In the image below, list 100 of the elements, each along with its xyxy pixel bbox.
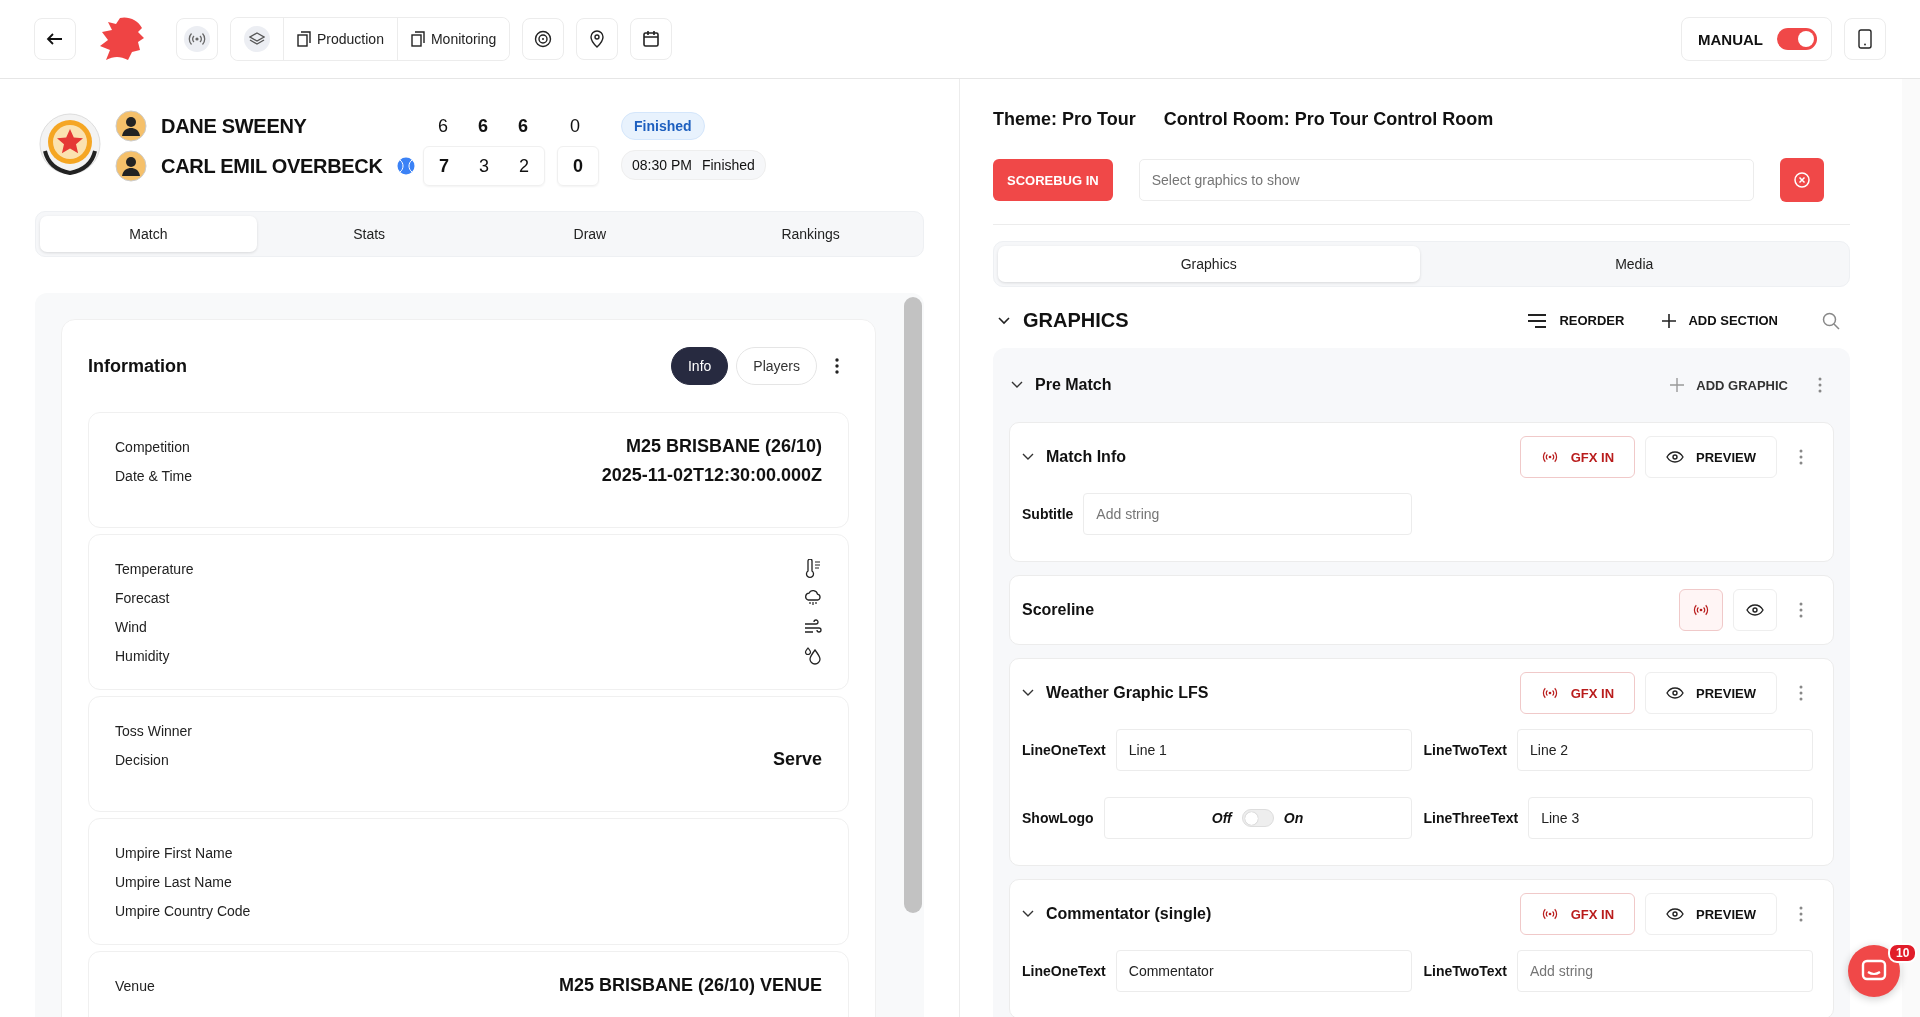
preview-button[interactable]: PREVIEW [1645, 436, 1777, 478]
preview-button[interactable] [1733, 589, 1777, 631]
broadcast-button[interactable] [176, 18, 218, 60]
info-label: Venue [115, 977, 155, 994]
calendar-button[interactable] [630, 18, 673, 60]
set-score: 3 [478, 155, 490, 177]
broadcast-icon [1540, 687, 1559, 699]
manual-toggle[interactable] [1777, 28, 1817, 50]
theme-label: Theme: Pro Tour [993, 109, 1136, 130]
info-label: Wind [115, 618, 147, 635]
preview-button[interactable]: PREVIEW [1645, 672, 1777, 714]
field-label: LineOneText [1022, 963, 1106, 979]
text-field[interactable]: Add string [1517, 950, 1813, 992]
tablet-button[interactable] [1844, 18, 1886, 60]
gfx-in-button[interactable]: GFX IN [1519, 672, 1636, 714]
scorebug-button[interactable]: SCOREBUG IN [993, 159, 1113, 201]
target-button[interactable] [522, 18, 565, 60]
graphic-title: Match Info [1046, 448, 1126, 466]
chevron-down-icon[interactable] [1022, 689, 1034, 697]
layers-icon[interactable] [244, 26, 270, 52]
clear-button[interactable] [1780, 158, 1824, 202]
broadcast-icon [1540, 451, 1559, 463]
time-status-badge: 08:30 PM Finished [621, 150, 766, 180]
info-value: 2025-11-02T12:30:00.000Z [601, 465, 822, 486]
broadcast-icon [188, 32, 206, 46]
info-label: Umpire Country Code [115, 902, 251, 919]
tab[interactable]: Stats [260, 216, 478, 252]
text-field[interactable]: Line 3 [1528, 797, 1813, 839]
graphic-title: Scoreline [1022, 601, 1095, 619]
more-menu-icon [1799, 906, 1803, 922]
logo-toggle[interactable] [1241, 809, 1274, 827]
chevron-down-icon[interactable] [997, 315, 1011, 326]
add-section-button[interactable]: ADD SECTION [1654, 309, 1786, 332]
calendar-icon [642, 30, 661, 48]
info-label: Forecast [115, 589, 170, 606]
gfx-in-button[interactable] [1679, 589, 1723, 631]
broadcast-icon [1540, 908, 1559, 920]
chevron-down-icon[interactable] [1022, 453, 1034, 461]
toggle-on-label: On [1283, 810, 1304, 826]
info-label: Temperature [115, 560, 194, 577]
notification-badge: 10 [1888, 943, 1918, 963]
mode-label: MANUAL [1698, 30, 1763, 48]
set-score: 2 [518, 155, 530, 177]
wind-icon [804, 618, 822, 635]
tab[interactable]: Rankings [702, 216, 919, 252]
eye-icon [1746, 604, 1764, 616]
gfx-in-button[interactable]: GFX IN [1519, 436, 1636, 478]
tab[interactable]: Match [40, 216, 257, 252]
status-badge: Finished [621, 112, 705, 140]
more-menu-icon [1799, 602, 1803, 618]
add-graphic-button[interactable]: ADD GRAPHIC [1662, 373, 1796, 397]
view-toggle[interactable]: Info [670, 347, 729, 385]
graphic-title: Commentator (single) [1046, 905, 1212, 923]
info-label: Date & Time [115, 467, 193, 484]
plus-icon [1662, 313, 1677, 328]
pin-icon [589, 30, 606, 48]
info-label: Umpire Last Name [115, 873, 232, 890]
text-field[interactable]: Line 1 [1115, 729, 1412, 771]
copy-icon [297, 31, 311, 47]
rain-cloud-icon [804, 588, 822, 607]
chevron-down-icon[interactable] [1011, 381, 1023, 389]
player-avatar-icon [115, 110, 147, 142]
lines-icon [1527, 313, 1548, 328]
humidity-icon [804, 646, 822, 665]
info-value: Serve [772, 749, 822, 770]
player-name: CARL EMIL OVERBECK [161, 154, 384, 178]
info-label: Umpire First Name [115, 844, 233, 861]
tab[interactable]: Graphics [998, 246, 1420, 282]
info-label: Competition [115, 438, 190, 455]
reorder-button[interactable]: REORDER [1519, 309, 1633, 332]
location-pin-button[interactable] [576, 18, 619, 60]
gfx-in-button[interactable]: GFX IN [1519, 893, 1636, 935]
graphics-title: GRAPHICS [1023, 309, 1129, 332]
info-value: M25 BRISBANE (26/10) [625, 436, 822, 457]
chevron-down-icon[interactable] [1022, 910, 1034, 918]
copy-icon [410, 31, 425, 47]
text-field[interactable]: Commentator [1115, 950, 1412, 992]
field-label: ShowLogo [1022, 810, 1094, 826]
view-toggle[interactable]: Players [736, 347, 817, 385]
text-field[interactable]: Line 2 [1517, 729, 1813, 771]
target-icon [534, 30, 553, 48]
info-label: Toss Winner [115, 722, 193, 739]
tablet-icon [1858, 29, 1872, 49]
tab[interactable]: Media [1423, 246, 1845, 282]
toggle-off-label: Off [1211, 810, 1232, 826]
field-label: LineOneText [1022, 742, 1106, 758]
text-field[interactable]: Add string [1083, 493, 1412, 535]
search-icon[interactable] [1822, 311, 1840, 330]
info-label: Decision [115, 751, 169, 768]
points-score: 0 [557, 146, 599, 186]
control-room-label: Control Room: Pro Tour Control Room [1163, 109, 1494, 130]
close-icon [1793, 171, 1811, 189]
back-button[interactable] [34, 18, 76, 60]
eye-icon [1666, 687, 1685, 699]
broadcast-icon [1692, 604, 1710, 616]
tab[interactable]: Draw [481, 216, 699, 252]
player-name: DANE SWEENY [161, 114, 308, 138]
graphics-select-field[interactable]: Select graphics to show [1138, 159, 1754, 201]
eye-icon [1666, 451, 1685, 463]
preview-button[interactable]: PREVIEW [1645, 893, 1777, 935]
